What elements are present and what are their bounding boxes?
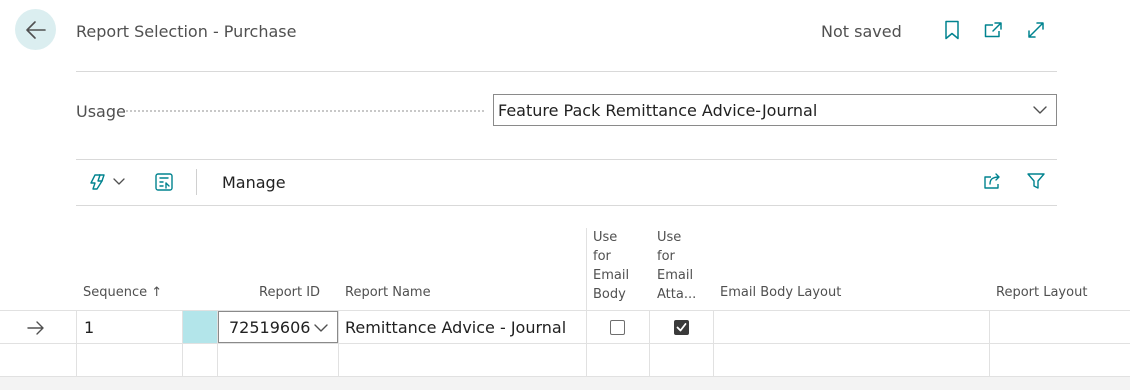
page-title: Report Selection - Purchase xyxy=(76,22,297,41)
grid-line xyxy=(586,228,587,377)
header-line: Email xyxy=(593,268,630,283)
edit-list-button[interactable] xyxy=(154,172,174,192)
field-leader-dots xyxy=(126,110,484,112)
column-header-sequence[interactable]: Sequence ↑ xyxy=(83,283,162,302)
header-line: for xyxy=(593,249,611,264)
header-line: Atta... xyxy=(657,287,697,302)
column-header-use-email-body[interactable]: Use for Email Body xyxy=(593,228,629,304)
copilot-icon xyxy=(90,174,105,190)
filter-icon xyxy=(1027,173,1045,189)
header-line: Use xyxy=(593,230,618,245)
column-header-report-id[interactable]: Report ID xyxy=(259,283,320,302)
cell-report-name[interactable]: Remittance Advice - Journal xyxy=(345,318,566,337)
toolbar-divider xyxy=(76,205,1057,206)
usage-value: Feature Pack Remittance Advice-Journal xyxy=(498,100,818,120)
bookmark-icon[interactable] xyxy=(940,18,964,42)
column-header-report-name[interactable]: Report Name xyxy=(345,283,431,302)
footer-bar xyxy=(0,377,1130,390)
back-button[interactable] xyxy=(15,9,56,50)
grid-line xyxy=(338,310,339,377)
grid-line xyxy=(76,310,77,377)
report-id-dropdown[interactable]: 72519606 xyxy=(218,311,338,343)
sort-ascending-icon: ↑ xyxy=(151,285,163,300)
header-line: Use xyxy=(657,230,682,245)
usage-dropdown[interactable]: Feature Pack Remittance Advice-Journal xyxy=(493,94,1057,126)
copilot-menu-button[interactable] xyxy=(88,172,126,192)
header-divider xyxy=(76,71,1057,72)
report-id-value: 72519606 xyxy=(229,317,311,337)
grid-line xyxy=(649,310,650,377)
toolbar-separator xyxy=(196,169,197,195)
grid-line xyxy=(989,310,990,377)
share-button[interactable] xyxy=(982,171,1004,191)
use-email-attachment-checkbox[interactable] xyxy=(674,320,689,335)
grid-line xyxy=(0,310,1130,311)
cell-sequence[interactable]: 1 xyxy=(84,318,94,337)
filter-button[interactable] xyxy=(1026,171,1046,191)
use-email-body-checkbox[interactable] xyxy=(610,320,625,335)
share-icon xyxy=(984,173,1000,189)
grid-line xyxy=(713,310,714,377)
grid-line xyxy=(0,343,1130,344)
header-line: for xyxy=(657,249,675,264)
chevron-down-icon xyxy=(113,178,125,185)
column-header-report-layout[interactable]: Report Layout xyxy=(996,283,1087,302)
save-status: Not saved xyxy=(821,22,902,41)
chevron-down-icon xyxy=(1033,106,1047,114)
section-divider xyxy=(76,159,1057,160)
header-line: Body xyxy=(593,287,626,302)
checkmark-icon xyxy=(676,323,687,332)
arrow-left-icon xyxy=(25,20,46,39)
chevron-down-icon xyxy=(314,324,328,332)
current-row-arrow-icon xyxy=(27,320,45,339)
column-header-email-body-layout[interactable]: Email Body Layout xyxy=(720,283,841,302)
usage-label: Usage xyxy=(76,102,126,121)
header-line: Email xyxy=(657,268,694,283)
edit-list-icon xyxy=(155,173,173,191)
row-selection-cell[interactable] xyxy=(183,311,217,343)
sequence-header-label: Sequence xyxy=(83,285,148,300)
open-in-new-window-icon[interactable] xyxy=(981,18,1005,42)
expand-icon[interactable] xyxy=(1024,18,1048,42)
column-header-use-email-attachment[interactable]: Use for Email Atta... xyxy=(657,228,696,304)
manage-menu-button[interactable]: Manage xyxy=(222,173,286,192)
